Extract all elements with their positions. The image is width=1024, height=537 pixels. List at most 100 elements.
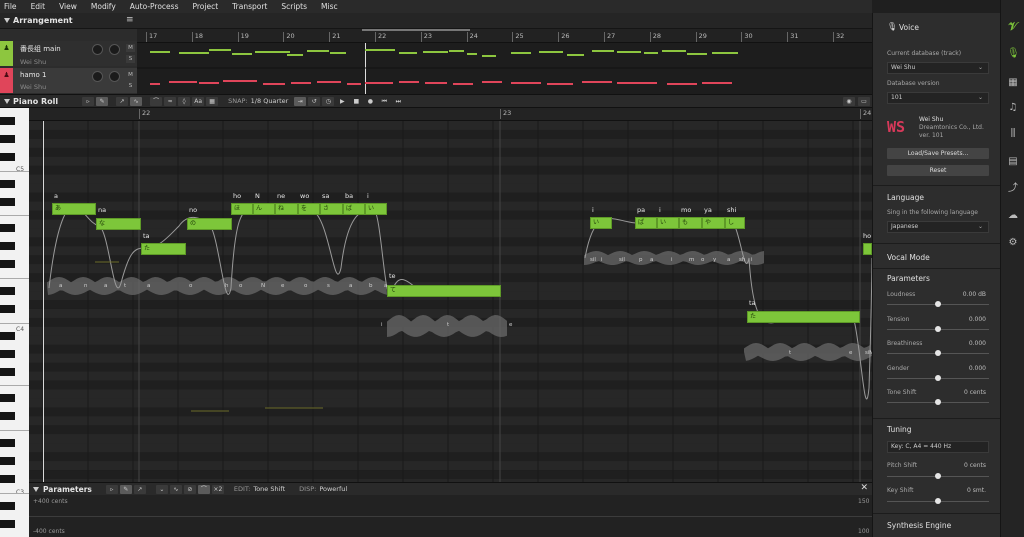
phoneme-view-icon[interactable]: ◊ (178, 96, 191, 106)
collapse-piano-roll-icon[interactable] (4, 98, 10, 104)
slider-thumb[interactable] (935, 301, 941, 307)
keyboard-icon[interactable]: ▦ (1007, 77, 1019, 89)
pen-tool-icon[interactable]: ✎ (96, 96, 109, 106)
menu-view[interactable]: View (59, 2, 77, 11)
skip-start-icon[interactable]: ⏮ (378, 97, 390, 106)
slider-thumb[interactable] (935, 374, 941, 381)
note[interactable]: い (657, 217, 679, 229)
export-icon[interactable]: ⤴ (1007, 183, 1019, 195)
collapse-parameters-icon[interactable] (33, 486, 39, 492)
solo-button[interactable]: S (126, 55, 135, 63)
metronome-icon[interactable]: ◷ (322, 96, 335, 106)
note[interactable]: や (702, 217, 725, 229)
solo-button[interactable]: S (126, 82, 135, 90)
vibrato-tool-icon[interactable]: ∿ (130, 96, 143, 106)
note[interactable]: な (96, 218, 141, 230)
black-key[interactable] (0, 260, 15, 269)
note[interactable]: た (747, 311, 860, 323)
black-key[interactable] (0, 179, 15, 188)
curve-view-icon[interactable]: ⌒ (150, 96, 163, 106)
pitch-shift-slider[interactable] (887, 473, 989, 479)
pan-knob[interactable] (109, 71, 120, 82)
key-shift-slider[interactable] (887, 498, 989, 504)
param-slider[interactable] (887, 374, 989, 381)
black-key[interactable] (0, 197, 15, 206)
black-key[interactable] (0, 287, 15, 295)
note[interactable]: を (298, 203, 320, 215)
note[interactable]: の (187, 218, 232, 230)
stop-icon[interactable]: ■ (350, 97, 362, 106)
black-key[interactable] (0, 519, 15, 528)
note[interactable]: し (725, 217, 745, 229)
piano-roll-grid[interactable]: 22 23 24 あ a な na た ta の no ほ ho ん N ね ne を wo さ sa ば ba い i て… (29, 108, 872, 482)
black-key[interactable] (0, 224, 15, 233)
snap-select[interactable]: 1/8 Quarter (251, 97, 289, 105)
slider-thumb[interactable] (935, 350, 941, 356)
disp-select[interactable]: Powerful (319, 485, 347, 493)
auto-scroll-icon[interactable]: ⇥ (294, 96, 307, 106)
key-select[interactable]: Key: C, A4 = 440 Hz (887, 441, 989, 453)
note[interactable]: ぱ (635, 217, 657, 229)
param-hide-icon[interactable]: ⊘ (183, 484, 196, 494)
note[interactable]: も (679, 217, 702, 229)
track-name[interactable]: 番長组 main (20, 44, 61, 54)
note[interactable] (863, 243, 872, 255)
lyrics-view-icon[interactable]: Aa (192, 96, 205, 106)
note[interactable]: ん (253, 203, 275, 215)
black-key[interactable] (0, 304, 15, 313)
black-key[interactable] (0, 349, 15, 358)
note[interactable]: い (590, 217, 612, 229)
play-icon[interactable]: ▶ (336, 97, 348, 106)
track-name[interactable]: hamo 1 (20, 71, 47, 79)
db-version-select[interactable]: 101 ⌄ (887, 92, 989, 104)
menu-transport[interactable]: Transport (232, 2, 267, 11)
music-note-icon[interactable]: ♫ (1007, 102, 1019, 114)
black-key[interactable] (0, 412, 15, 421)
param-select-icon[interactable]: ▹ (105, 484, 118, 494)
black-key[interactable] (0, 474, 15, 483)
current-db-select[interactable]: Wei Shu ⌄ (887, 62, 989, 74)
collapse-arrangement-icon[interactable] (4, 18, 10, 23)
menu-project[interactable]: Project (192, 2, 218, 11)
note[interactable]: ば (343, 203, 365, 215)
panel-toggle-icon[interactable]: ▭ (858, 97, 870, 106)
note[interactable]: あ (52, 203, 96, 215)
slider-thumb[interactable] (935, 498, 941, 504)
language-select[interactable]: Japanese ⌄ (887, 221, 989, 233)
pitch-curve[interactable] (584, 218, 872, 400)
select-tool-icon[interactable]: ▹ (82, 96, 95, 106)
param-slider[interactable] (887, 325, 989, 332)
param-active-icon[interactable]: ⌒ (197, 484, 210, 494)
camera-icon[interactable]: ◉ (843, 97, 855, 106)
param-times2-icon[interactable]: ×2 (211, 484, 224, 494)
param-pen-icon[interactable]: ✎ (119, 484, 132, 494)
param-line-icon[interactable]: ↗ (133, 484, 146, 494)
grid-view-icon[interactable]: ▦ (206, 96, 219, 106)
pitch-tool-icon[interactable]: ↗ (116, 96, 129, 106)
menu-auto-process[interactable]: Auto-Process (130, 2, 179, 11)
menu-edit[interactable]: Edit (31, 2, 46, 11)
black-key[interactable] (0, 134, 15, 143)
note[interactable]: た (141, 243, 186, 255)
pan-knob[interactable] (109, 44, 120, 55)
black-key[interactable] (0, 152, 15, 161)
param-curve-icon[interactable]: ⌄ (155, 484, 168, 494)
mute-button[interactable]: M (126, 44, 135, 52)
close-parameters-icon[interactable]: ✕ (860, 483, 868, 493)
black-key[interactable] (0, 331, 15, 340)
slider-thumb[interactable] (935, 473, 941, 479)
menu-icon[interactable]: ≡ (126, 15, 134, 25)
menu-file[interactable]: File (4, 2, 17, 11)
parameters-area[interactable]: +400 cents -400 cents 150 100 (29, 495, 872, 537)
skip-end-icon[interactable]: ⏭ (392, 97, 404, 106)
black-key[interactable] (0, 501, 15, 510)
library-icon[interactable]: ⫼ (1007, 128, 1019, 140)
black-key[interactable] (0, 116, 15, 125)
black-key[interactable] (0, 439, 15, 448)
volume-knob[interactable] (92, 71, 103, 82)
param-slider[interactable] (887, 350, 989, 356)
loop-icon[interactable]: ↺ (308, 96, 321, 106)
note[interactable]: ね (275, 203, 298, 215)
reset-button[interactable]: Reset (887, 165, 989, 176)
menu-scripts[interactable]: Scripts (281, 2, 307, 11)
